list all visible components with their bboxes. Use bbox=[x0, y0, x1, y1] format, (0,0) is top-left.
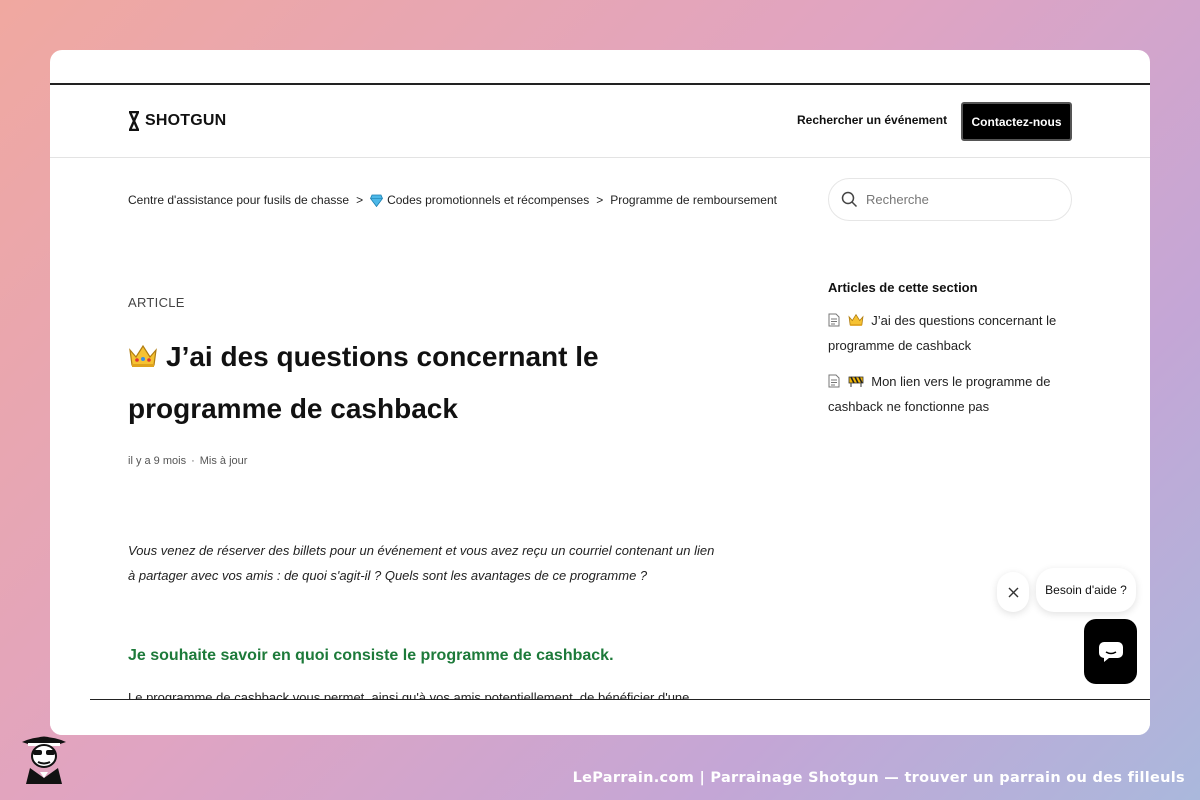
help-message-bubble[interactable]: Besoin d'aide ? bbox=[1036, 568, 1136, 612]
search-box bbox=[828, 178, 1072, 221]
contact-button[interactable]: Contactez-nous bbox=[961, 102, 1072, 141]
browser-card: SHOTGUN Rechercher un événement Contacte… bbox=[50, 50, 1150, 735]
hourglass-icon bbox=[128, 111, 140, 131]
article-meta: il y a 9 mois · Mis à jour bbox=[128, 455, 248, 467]
section-heading: Je souhaite savoir en quoi consiste le p… bbox=[128, 647, 614, 664]
search-input[interactable] bbox=[866, 192, 1056, 207]
construction-icon bbox=[848, 372, 864, 395]
shotgun-logo[interactable]: SHOTGUN bbox=[128, 111, 226, 131]
search-event-link[interactable]: Rechercher un événement bbox=[797, 113, 947, 127]
article-age: il y a 9 mois bbox=[128, 455, 187, 467]
breadcrumb: Centre d'assistance pour fusils de chass… bbox=[128, 193, 777, 207]
close-icon bbox=[1008, 587, 1018, 597]
leparrain-mascot-logo bbox=[16, 728, 72, 789]
bottom-area bbox=[50, 700, 1150, 735]
article-title-text: J’ai des questions concernant le program… bbox=[128, 341, 599, 424]
document-icon bbox=[828, 311, 840, 334]
sidebar-title: Articles de cette section bbox=[828, 280, 978, 295]
sidebar-article-link[interactable]: Mon lien vers le programme de cashback n… bbox=[828, 370, 1078, 418]
site-header: SHOTGUN Rechercher un événement Contacte… bbox=[50, 85, 1150, 158]
breadcrumb-item-cashback[interactable]: Programme de remboursement bbox=[610, 193, 777, 207]
article-updated: Mis à jour bbox=[199, 455, 248, 467]
article-intro: Vous venez de réserver des billets pour … bbox=[128, 543, 715, 583]
breadcrumb-item-promo-codes[interactable]: Codes promotionnels et récompenses bbox=[387, 193, 589, 207]
sidebar-article-link[interactable]: J’ai des questions concernant le program… bbox=[828, 309, 1078, 357]
article-label: ARTICLE bbox=[128, 295, 185, 310]
brand-name: SHOTGUN bbox=[145, 112, 227, 129]
document-icon bbox=[828, 372, 840, 395]
breadcrumb-item-help-center[interactable]: Centre d'assistance pour fusils de chass… bbox=[128, 193, 349, 207]
footer-caption: LeParrain.com | Parrainage Shotgun — tro… bbox=[572, 770, 1185, 786]
article-title: J’ai des questions concernant le program… bbox=[128, 332, 648, 433]
close-help-button[interactable] bbox=[997, 572, 1029, 612]
breadcrumb-separator: > bbox=[356, 193, 364, 207]
crown-icon bbox=[128, 335, 158, 384]
breadcrumb-separator: > bbox=[596, 193, 604, 207]
chat-launcher-button[interactable] bbox=[1084, 619, 1137, 684]
gem-icon bbox=[370, 194, 384, 207]
search-icon bbox=[841, 191, 858, 208]
crown-icon bbox=[848, 311, 864, 334]
chat-icon bbox=[1098, 641, 1123, 662]
